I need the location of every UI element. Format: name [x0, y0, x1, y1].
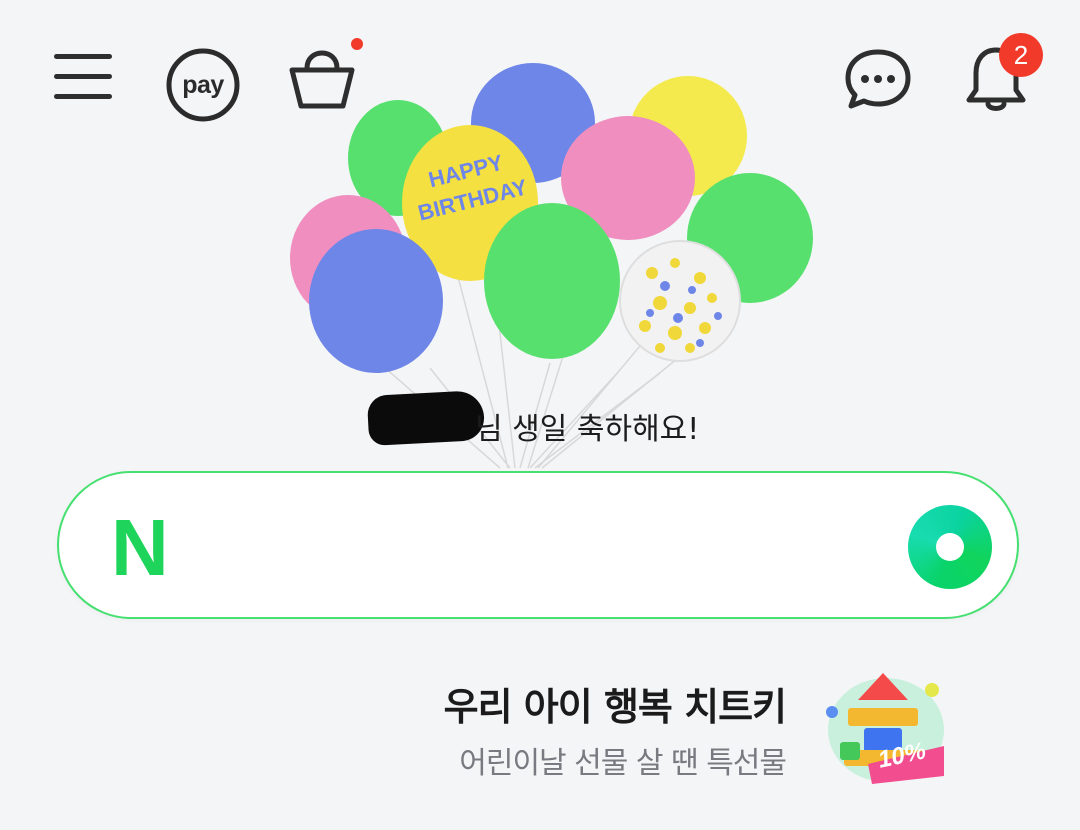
redacted-username	[366, 389, 486, 447]
promo-subtitle[interactable]: 어린이날 선물 살 땐 특선물	[459, 738, 787, 782]
hamburger-menu-icon[interactable]	[52, 48, 114, 104]
green-lens-icon[interactable]	[908, 505, 992, 589]
search-bar[interactable]: N	[57, 471, 1019, 619]
chat-bubble-icon[interactable]	[845, 48, 911, 110]
naver-logo-n: N	[111, 503, 169, 592]
search-input[interactable]	[219, 513, 883, 581]
shopping-notification-dot	[351, 38, 363, 50]
promo-title[interactable]: 우리 아이 행복 치트키	[444, 676, 787, 731]
pay-label: pay	[182, 70, 224, 99]
birthday-greeting-text: 님 생일 축하해요!	[475, 412, 700, 447]
notification-count-badge: 2	[999, 33, 1043, 77]
